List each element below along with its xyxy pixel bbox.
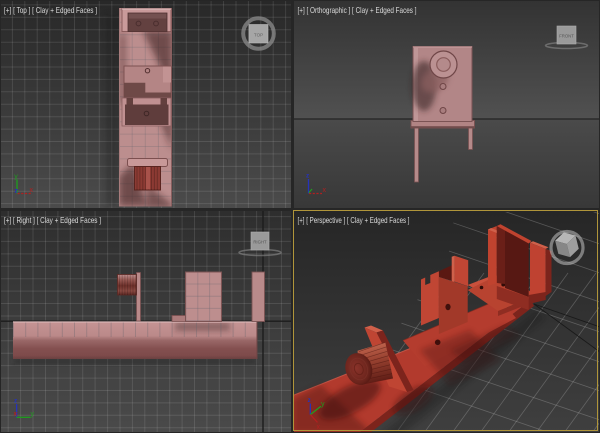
svg-text:x: x: [317, 424, 321, 431]
svg-text:y: y: [31, 411, 35, 418]
svg-text:y: y: [321, 401, 325, 408]
svg-text:x: x: [323, 187, 327, 194]
svg-text:x: x: [30, 187, 34, 194]
svg-text:FRONT: FRONT: [559, 34, 574, 39]
svg-text:x: x: [14, 411, 18, 418]
svg-text:[+] [ Perspective ] [ Clay + E: [+] [ Perspective ] [ Clay + Edged Faces…: [298, 216, 410, 225]
svg-text:y: y: [14, 174, 18, 181]
svg-text:[+] [ Right ] [ Clay + Edged F: [+] [ Right ] [ Clay + Edged Faces ]: [4, 216, 101, 225]
svg-text:[+] [ Orthographic ] [ Clay +: [+] [ Orthographic ] [ Clay + Edged Face…: [298, 6, 417, 15]
svg-text:TOP: TOP: [254, 33, 263, 38]
svg-text:[+] [ Top ] [ Clay + Edged Fac: [+] [ Top ] [ Clay + Edged Faces ]: [4, 6, 97, 15]
svg-text:RIGHT: RIGHT: [253, 240, 267, 245]
